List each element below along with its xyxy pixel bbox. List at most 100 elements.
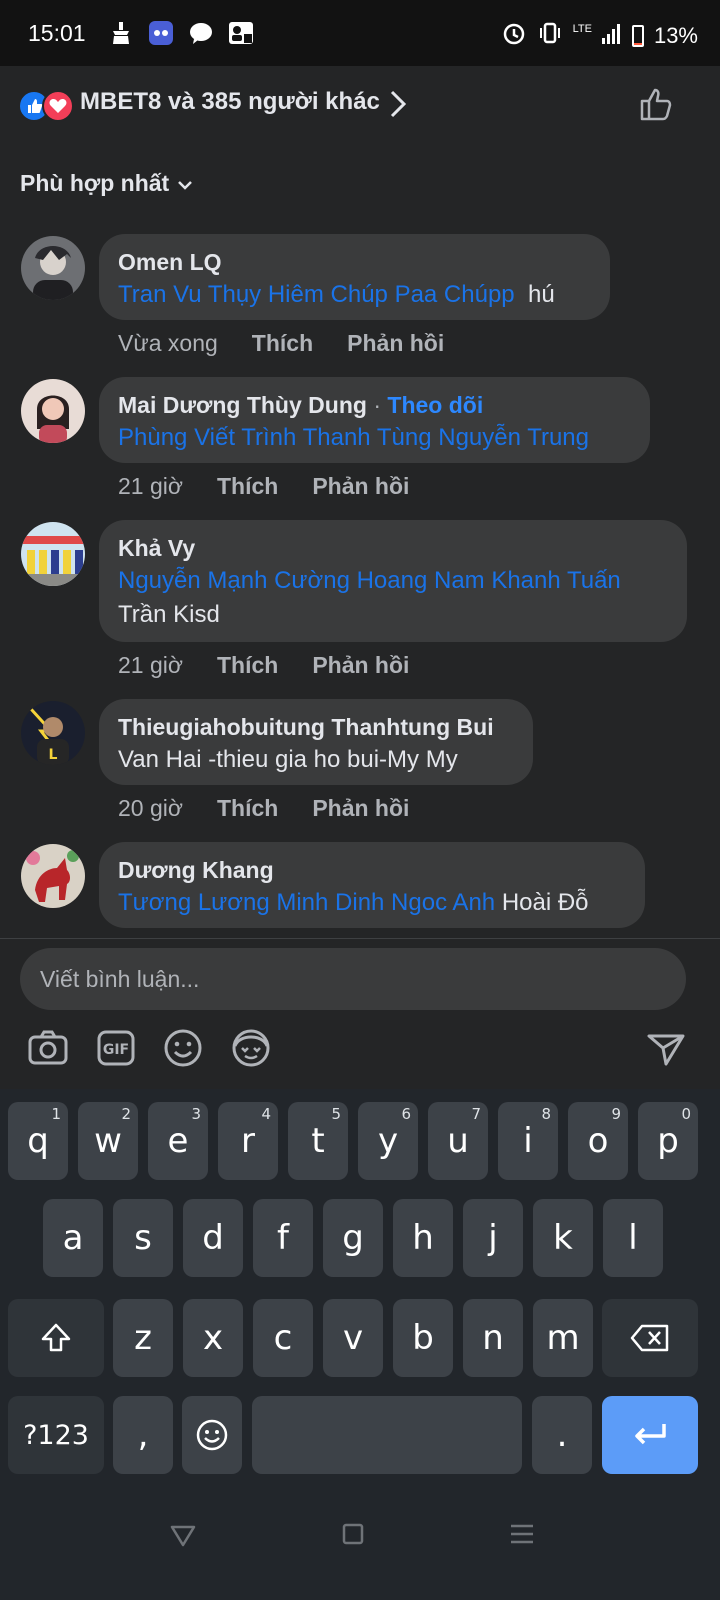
key-number-hint: 6 (401, 1105, 411, 1123)
key-n[interactable]: n (463, 1299, 523, 1377)
alarm-icon (501, 20, 527, 52)
key-a[interactable]: a (43, 1199, 103, 1277)
separator-dot: · (373, 392, 381, 418)
reply-link[interactable]: Phản hồi (312, 795, 409, 822)
game-app-icon (148, 20, 174, 46)
comment-author[interactable]: Thieugiahobuitung Thanhtung Bui (118, 711, 513, 743)
avatar[interactable] (21, 236, 85, 300)
comment-input[interactable]: Viết bình luận... (20, 948, 686, 1010)
avatar[interactable] (21, 522, 85, 586)
key-r[interactable]: r4 (218, 1102, 278, 1180)
key-number-hint: 9 (611, 1105, 621, 1123)
emoji-key[interactable] (182, 1396, 242, 1474)
mentioned-users[interactable]: Nguyễn Mạnh Cường Hoang Nam Khanh Tuấn (118, 564, 667, 598)
comment-body: Hoài Đỗ (501, 889, 589, 916)
key-number-hint: 0 (681, 1105, 691, 1123)
avatar[interactable] (21, 379, 85, 443)
like-link[interactable]: Thích (252, 330, 313, 357)
key-y[interactable]: y6 (358, 1102, 418, 1180)
key-letter: r (241, 1121, 255, 1161)
chevron-right-icon[interactable] (388, 88, 408, 125)
comment-bubble[interactable]: Mai Dương Thùy Dung · Theo dõi Phùng Viế… (99, 377, 650, 463)
back-nav-icon[interactable] (168, 1519, 198, 1549)
backspace-key[interactable] (602, 1299, 698, 1377)
comment-time: 21 giờ (118, 473, 183, 499)
comment-author[interactable]: Mai Dương Thùy Dung (118, 392, 367, 418)
key-number-hint: 4 (261, 1105, 271, 1123)
key-d[interactable]: d (183, 1199, 243, 1277)
mentioned-users[interactable]: Phùng Viết Trình Thanh Tùng Nguyễn Trung (118, 424, 589, 451)
comment-bubble[interactable]: Thieugiahobuitung Thanhtung Bui Van Hai … (99, 699, 533, 785)
key-s[interactable]: s (113, 1199, 173, 1277)
like-link[interactable]: Thích (217, 795, 278, 822)
reply-link[interactable]: Phản hồi (312, 652, 409, 679)
space-key[interactable] (252, 1396, 522, 1474)
key-i[interactable]: i8 (498, 1102, 558, 1180)
key-t[interactable]: t5 (288, 1102, 348, 1180)
key-v[interactable]: v (323, 1299, 383, 1377)
comment-actions: 21 giờ Thích Phản hồi (118, 652, 443, 679)
key-p[interactable]: p0 (638, 1102, 698, 1180)
reply-link[interactable]: Phản hồi (347, 330, 444, 357)
like-link[interactable]: Thích (217, 652, 278, 679)
emoji-icon[interactable] (161, 1026, 205, 1070)
reactions-header[interactable]: MBET8 và 385 người khác (0, 66, 720, 146)
key-l[interactable]: l (603, 1199, 663, 1277)
reactions-summary[interactable]: MBET8 và 385 người khác (80, 88, 380, 116)
enter-key[interactable] (602, 1396, 698, 1474)
key-q[interactable]: q1 (8, 1102, 68, 1180)
key-c[interactable]: c (253, 1299, 313, 1377)
reply-link[interactable]: Phản hồi (312, 473, 409, 500)
system-indicators: LTE 13% (501, 20, 698, 52)
svg-text:L: L (49, 747, 58, 763)
key-b[interactable]: b (393, 1299, 453, 1377)
key-letter: y (377, 1121, 399, 1161)
vibrate-icon (537, 20, 563, 52)
symbols-key[interactable]: ?123 (8, 1396, 104, 1474)
camera-icon[interactable] (26, 1026, 70, 1070)
status-time: 15:01 (28, 20, 86, 46)
key-u[interactable]: u7 (428, 1102, 488, 1180)
avatar-sticker-icon[interactable] (229, 1026, 273, 1070)
cleaner-icon (108, 20, 134, 46)
comment-author[interactable]: Omen LQ (118, 246, 590, 278)
key-z[interactable]: z (113, 1299, 173, 1377)
comment-author-line: Mai Dương Thùy Dung · Theo dõi (118, 389, 630, 421)
key-f[interactable]: f (253, 1199, 313, 1277)
comment-author[interactable]: Khả Vy (118, 532, 667, 564)
like-link[interactable]: Thích (217, 473, 278, 500)
comment-bubble[interactable]: Omen LQ Tran Vu Thụy Hiêm Chúp Paa Chúpp… (99, 234, 610, 320)
comment-actions: Vừa xong Thích Phản hồi (118, 330, 478, 357)
key-e[interactable]: e3 (148, 1102, 208, 1180)
home-nav-icon[interactable] (338, 1519, 368, 1549)
mentioned-users[interactable]: Tran Vu Thụy Hiêm Chúp Paa Chúpp (118, 281, 515, 308)
gif-icon[interactable]: GIF (94, 1026, 138, 1070)
avatar[interactable] (21, 844, 85, 908)
key-k[interactable]: k (533, 1199, 593, 1277)
key-w[interactable]: w2 (78, 1102, 138, 1180)
sort-dropdown[interactable]: Phù hợp nhất (20, 170, 193, 197)
key-letter: o (587, 1121, 609, 1161)
mentioned-users[interactable]: Tương Lương Minh Dinh Ngoc Anh (118, 889, 495, 916)
send-icon[interactable] (644, 1026, 688, 1070)
key-x[interactable]: x (183, 1299, 243, 1377)
comment-author[interactable]: Dương Khang (118, 854, 625, 886)
composer-toolbar: GIF (0, 1022, 720, 1072)
key-h[interactable]: h (393, 1199, 453, 1277)
key-j[interactable]: j (463, 1199, 523, 1277)
key-m[interactable]: m (533, 1299, 593, 1377)
comment-bubble[interactable]: Dương Khang Tương Lương Minh Dinh Ngoc A… (99, 842, 645, 928)
like-button-icon[interactable] (636, 84, 676, 129)
comment-actions: 20 giờ Thích Phản hồi (118, 795, 443, 822)
comment-bubble[interactable]: Khả Vy Nguyễn Mạnh Cường Hoang Nam Khanh… (99, 520, 687, 642)
key-number-hint: 7 (471, 1105, 481, 1123)
avatar[interactable]: L (21, 701, 85, 765)
shift-key[interactable] (8, 1299, 104, 1377)
recents-menu-icon[interactable] (507, 1519, 537, 1549)
key-o[interactable]: o9 (568, 1102, 628, 1180)
period-key[interactable]: . (532, 1396, 592, 1474)
key-g[interactable]: g (323, 1199, 383, 1277)
follow-link[interactable]: Theo dõi (387, 392, 483, 418)
composer-divider (0, 938, 720, 939)
comma-key[interactable]: , (113, 1396, 173, 1474)
